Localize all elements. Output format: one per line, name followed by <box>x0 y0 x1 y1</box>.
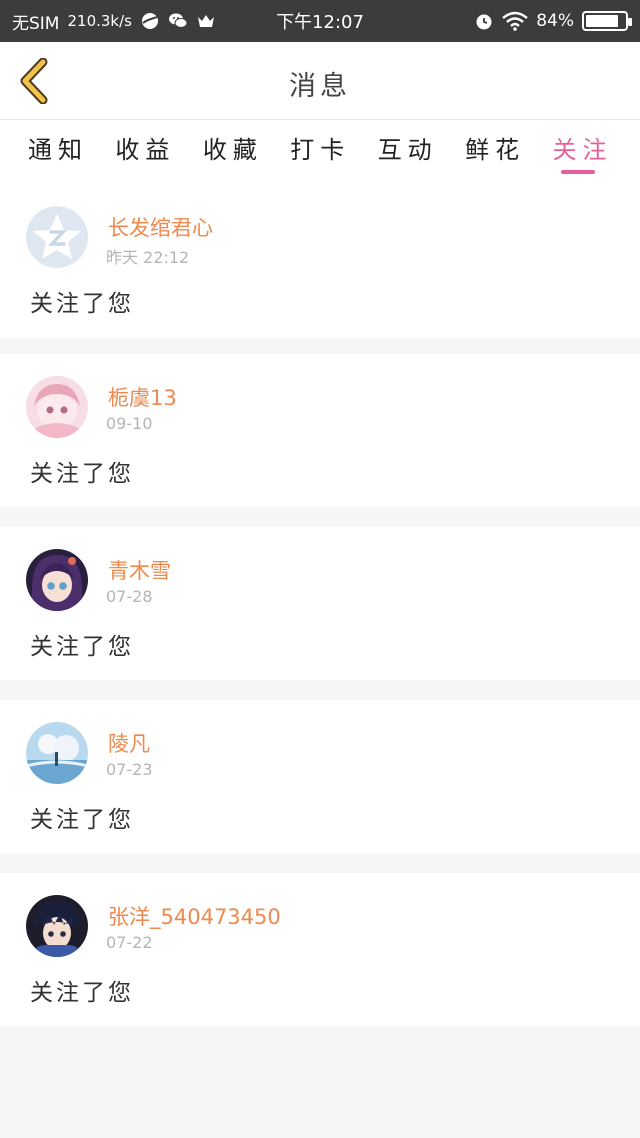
active-tab-indicator <box>560 170 595 174</box>
anime-boy-avatar-icon[interactable] <box>26 895 88 957</box>
browser-icon <box>140 11 160 31</box>
list-item[interactable]: 张洋_540473450 07-22 关注了您 <box>0 873 640 1026</box>
carrier-text: 无SIM <box>12 13 60 34</box>
tab-flowers[interactable]: 鲜花 <box>465 120 552 184</box>
net-speed-text: 210.3k/s <box>67 12 132 30</box>
status-bar: 无SIM 210.3k/s 下午12:07 84% <box>0 0 640 42</box>
message-time: 07-28 <box>106 587 153 606</box>
tab-label: 鲜花 <box>465 136 526 164</box>
tab-label: 关注 <box>552 136 613 164</box>
list-item[interactable]: 长发绾君心昨天 22:12 关注了您 <box>0 184 640 338</box>
user-name[interactable]: 青木雪 <box>108 555 171 585</box>
user-name[interactable]: 栀虞13 <box>108 382 177 412</box>
user-name[interactable]: 长发绾君心 <box>108 212 213 242</box>
message-time: 09-10 <box>106 414 153 433</box>
wechat-icon <box>168 11 188 31</box>
list-item[interactable]: 青木雪 07-28 关注了您 <box>0 527 640 680</box>
tab-notice[interactable]: 通知 <box>28 120 115 184</box>
anime-purple-hair-avatar-icon[interactable] <box>26 549 88 611</box>
message-text: 关注了您 <box>30 807 134 833</box>
user-name[interactable]: 陵凡 <box>108 728 150 758</box>
message-text: 关注了您 <box>30 980 134 1006</box>
tab-label: 收益 <box>115 136 176 164</box>
messages-page: 无SIM 210.3k/s 下午12:07 84% 消息 通知 收益 收藏 打卡… <box>0 0 640 1138</box>
message-text: 关注了您 <box>30 291 134 317</box>
battery-percent: 84% <box>536 11 574 31</box>
tab-label: 通知 <box>28 136 88 164</box>
message-time: 07-22 <box>106 933 153 952</box>
crown-icon <box>196 11 216 31</box>
tab-follow[interactable]: 关注 <box>553 120 640 184</box>
battery-level <box>586 15 618 27</box>
message-time: 昨天 22:12 <box>106 248 190 267</box>
list-item[interactable]: 陵凡 07-23 关注了您 <box>0 700 640 853</box>
tab-earnings[interactable]: 收益 <box>115 120 202 184</box>
status-right: 84% <box>474 11 632 31</box>
nav-header: 消息 <box>0 42 640 120</box>
battery-icon <box>582 11 632 31</box>
user-name[interactable]: 张洋_540473450 <box>108 901 281 931</box>
tab-label: 打卡 <box>290 136 351 164</box>
follow-message-list: 长发绾君心 昨天 22:12 关注了您 栀虞13 09-10 关注了您 青木雪 07-28 关注… <box>0 184 640 1046</box>
tab-interaction[interactable]: 互动 <box>378 120 465 184</box>
qq-default-avatar-icon[interactable] <box>26 206 88 268</box>
status-left: 无SIM 210.3k/s <box>12 9 216 34</box>
sky-scene-avatar-icon[interactable] <box>26 722 88 784</box>
tab-checkin[interactable]: 打卡 <box>290 120 377 184</box>
tab-bar: 通知 收益 收藏 打卡 互动 鲜花 关注 <box>0 120 640 184</box>
message-time: 07-23 <box>106 760 153 779</box>
wifi-icon <box>502 11 528 31</box>
message-text: 关注了您 <box>30 461 134 487</box>
message-text: 关注了您 <box>30 634 134 660</box>
tab-favorites[interactable]: 收藏 <box>203 120 290 184</box>
tab-label: 互动 <box>377 136 438 164</box>
list-item[interactable]: 栀虞13 09-10 关注了您 <box>0 354 640 507</box>
tab-label: 收藏 <box>202 136 263 164</box>
alarm-icon <box>474 11 494 31</box>
anime-girl-avatar-icon[interactable] <box>26 376 88 438</box>
page-title: 消息 <box>289 71 351 102</box>
